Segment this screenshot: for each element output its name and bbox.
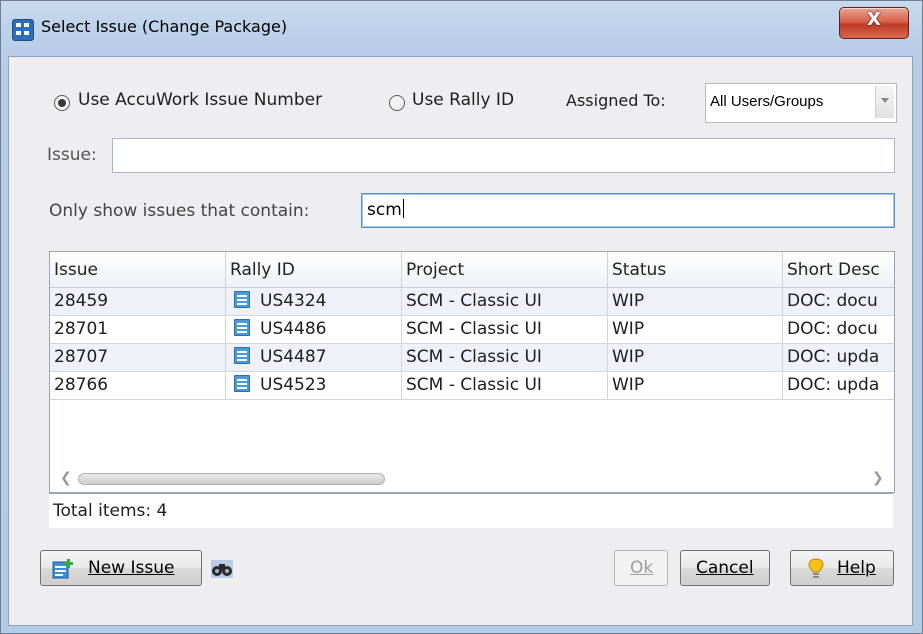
total-items-bar: Total items: 4: [49, 493, 893, 528]
cancel-button[interactable]: Cancel: [680, 550, 770, 586]
user-story-icon: [234, 291, 250, 308]
column-header-short-desc[interactable]: Short Desc: [783, 252, 894, 287]
cell-status: WIP: [608, 316, 783, 343]
window-title: Select Issue (Change Package): [41, 17, 288, 36]
cell-project: SCM - Classic UI: [402, 372, 608, 399]
cell-project: SCM - Classic UI: [402, 316, 608, 343]
table-row[interactable]: 28707 US4487 SCM - Classic UI WIP DOC: u…: [50, 344, 894, 372]
column-header-project[interactable]: Project: [402, 252, 608, 287]
radio-accuwork[interactable]: [54, 95, 70, 111]
cell-status: WIP: [608, 344, 783, 371]
table-row[interactable]: 28766 US4523 SCM - Classic UI WIP DOC: u…: [50, 372, 894, 400]
ok-button[interactable]: Ok: [614, 550, 668, 586]
total-items-label: Total items: 4: [53, 501, 168, 521]
column-header-status[interactable]: Status: [608, 252, 783, 287]
radio-rally-id[interactable]: [389, 95, 405, 111]
new-issue-button[interactable]: New Issue: [40, 550, 202, 586]
radio-accuwork-label[interactable]: Use AccuWork Issue Number: [78, 90, 322, 110]
contain-filter-value: scm: [367, 199, 404, 220]
user-story-icon: [234, 375, 250, 392]
user-story-icon: [234, 319, 250, 336]
cell-status: WIP: [608, 288, 783, 315]
cell-project: SCM - Classic UI: [402, 288, 608, 315]
user-story-icon: [234, 347, 250, 364]
issues-table: Issue Rally ID Project Status Short Desc…: [49, 251, 895, 493]
table-row[interactable]: 28701 US4486 SCM - Classic UI WIP DOC: d…: [50, 316, 894, 344]
contain-filter-input[interactable]: scm: [361, 193, 895, 228]
assigned-to-select[interactable]: All Users/Groups: [705, 83, 897, 123]
cell-rally-id: US4487: [226, 344, 402, 371]
scroll-right-icon[interactable]: ❯: [872, 470, 884, 486]
cell-issue: 28701: [50, 316, 226, 343]
cell-rally-id: US4486: [226, 316, 402, 343]
issue-label: Issue:: [47, 145, 97, 165]
scrollbar-thumb[interactable]: [78, 473, 385, 485]
cell-short-desc: DOC: docu: [787, 291, 878, 311]
assigned-to-label: Assigned To:: [566, 91, 666, 110]
cell-rally-id: US4523: [226, 372, 402, 399]
chevron-down-icon: [881, 98, 889, 103]
cell-short-desc: DOC: upda: [787, 375, 880, 395]
horizontal-scrollbar[interactable]: ❮ ❯: [50, 462, 894, 490]
cell-project: SCM - Classic UI: [402, 344, 608, 371]
help-bulb-icon: [808, 558, 824, 578]
cell-issue: 28459: [50, 288, 226, 315]
cell-rally-id: US4324: [226, 288, 402, 315]
cancel-label: Cancel: [696, 558, 754, 578]
cell-issue: 28766: [50, 372, 226, 399]
dropdown-arrow-button[interactable]: [875, 86, 894, 118]
new-issue-icon: [52, 559, 73, 579]
column-header-issue[interactable]: Issue: [50, 252, 226, 287]
close-icon: X: [867, 9, 881, 30]
cell-short-desc: DOC: docu: [787, 319, 878, 339]
table-row[interactable]: 28459 US4324 SCM - Classic UI WIP DOC: d…: [50, 288, 894, 316]
column-header-rally-id[interactable]: Rally ID: [226, 252, 402, 287]
title-bar[interactable]: Select Issue (Change Package) X: [1, 1, 922, 57]
help-button[interactable]: Help: [790, 550, 894, 586]
cell-issue: 28707: [50, 344, 226, 371]
app-icon: [12, 19, 34, 41]
new-issue-label: New Issue: [88, 558, 175, 578]
cell-status: WIP: [608, 372, 783, 399]
issue-input[interactable]: [112, 138, 895, 173]
table-header: Issue Rally ID Project Status Short Desc: [50, 252, 894, 288]
cell-short-desc: DOC: upda: [787, 347, 880, 367]
binoculars-icon[interactable]: [211, 560, 233, 578]
scroll-left-icon[interactable]: ❮: [60, 470, 72, 486]
help-label: Help: [837, 558, 876, 578]
close-button[interactable]: X: [839, 7, 909, 39]
contain-filter-label: Only show issues that contain:: [49, 201, 310, 221]
radio-rally-label[interactable]: Use Rally ID: [412, 90, 514, 110]
ok-label: Ok: [630, 558, 654, 578]
assigned-to-value: All Users/Groups: [710, 93, 824, 110]
